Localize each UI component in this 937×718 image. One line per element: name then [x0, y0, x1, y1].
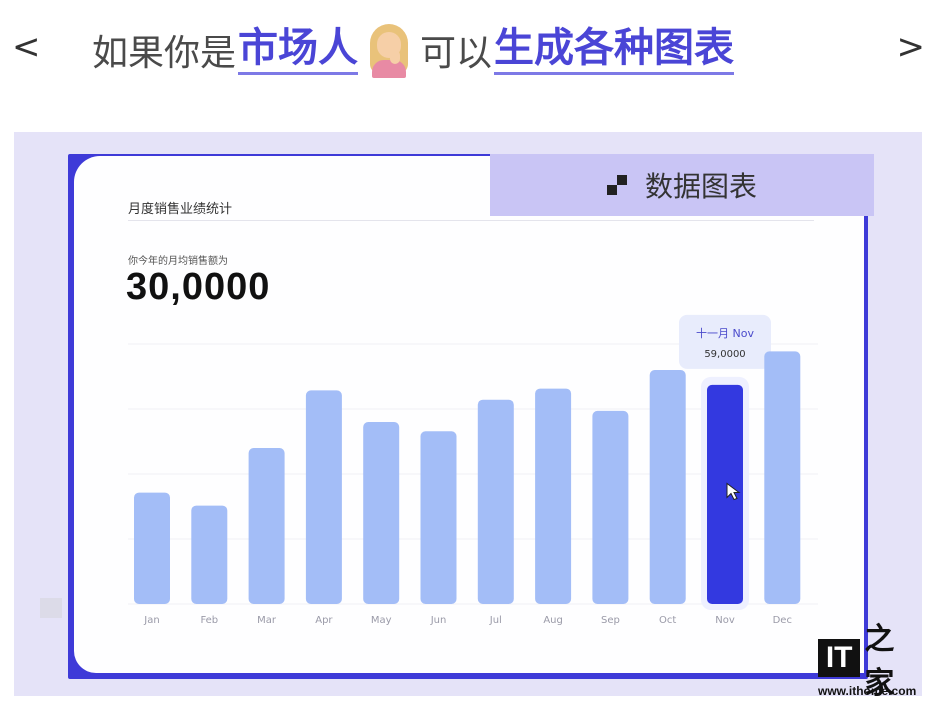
x-tick-label: Jul — [489, 615, 502, 626]
x-tick-label: Nov — [715, 615, 735, 626]
card-frame: 数据图表 月度销售业绩统计 你今年的月均销售额为 30,0000 Jan Feb M… — [68, 154, 874, 679]
tooltip-value: 59,0000 — [704, 349, 745, 360]
watermark-brand: IT — [818, 639, 861, 677]
x-tick-label: Dec — [773, 615, 792, 626]
bar-dec[interactable] — [764, 351, 801, 604]
bar-nov[interactable] — [707, 384, 743, 604]
headline-marketer: 市场人 — [238, 26, 359, 75]
headline-part-1: 如果你是 — [92, 33, 237, 74]
headline-charts: 生成各种图表 — [494, 26, 735, 75]
bar-chart: Jan Feb Mar Apr May Jun Jul Aug Sep Oct Nov 十一月 Nov… — [128, 314, 818, 626]
woman-tipping-hand-icon — [364, 22, 414, 78]
faint-square — [40, 598, 62, 618]
x-tick-label: Jan — [143, 615, 159, 626]
bar-jul[interactable] — [477, 399, 514, 604]
bar-may[interactable] — [363, 422, 400, 604]
x-tick-label: May — [371, 615, 392, 626]
tooltip-title: 十一月 Nov — [696, 326, 754, 340]
x-tick-label: Sep — [601, 615, 620, 626]
bar-aug[interactable] — [535, 388, 572, 604]
bar-jan[interactable] — [134, 492, 170, 604]
x-tick-label: Feb — [200, 615, 218, 626]
tooltip-box — [679, 314, 771, 369]
headline-part-3: 可以 — [420, 33, 493, 74]
bar-sep[interactable] — [592, 410, 629, 604]
bar-jun[interactable] — [420, 431, 457, 604]
headline: 如果你是 市场人 可以 生成各种图表 — [92, 18, 735, 82]
next-arrow-button[interactable]: > — [897, 30, 926, 64]
x-tick-label: Mar — [257, 615, 277, 626]
preview-panel: 数据图表 月度销售业绩统计 你今年的月均销售额为 30,0000 Jan Feb M… — [14, 132, 922, 696]
chart-card: 数据图表 月度销售业绩统计 你今年的月均销售额为 30,0000 Jan Feb M… — [74, 154, 874, 673]
bar-apr[interactable] — [305, 390, 342, 604]
prev-arrow-button[interactable]: < — [12, 30, 41, 64]
x-tick-label: Oct — [659, 615, 676, 626]
x-tick-label: Jun — [430, 615, 447, 626]
bar-mar[interactable] — [248, 448, 285, 604]
bar-oct[interactable] — [649, 370, 686, 604]
x-tick-label: Aug — [543, 615, 563, 626]
x-tick-label: Apr — [315, 615, 333, 626]
ithome-watermark: IT 之家 www.ithome.com — [818, 622, 922, 702]
bar-feb[interactable] — [191, 505, 228, 604]
watermark-url: www.ithome.com — [818, 684, 917, 698]
